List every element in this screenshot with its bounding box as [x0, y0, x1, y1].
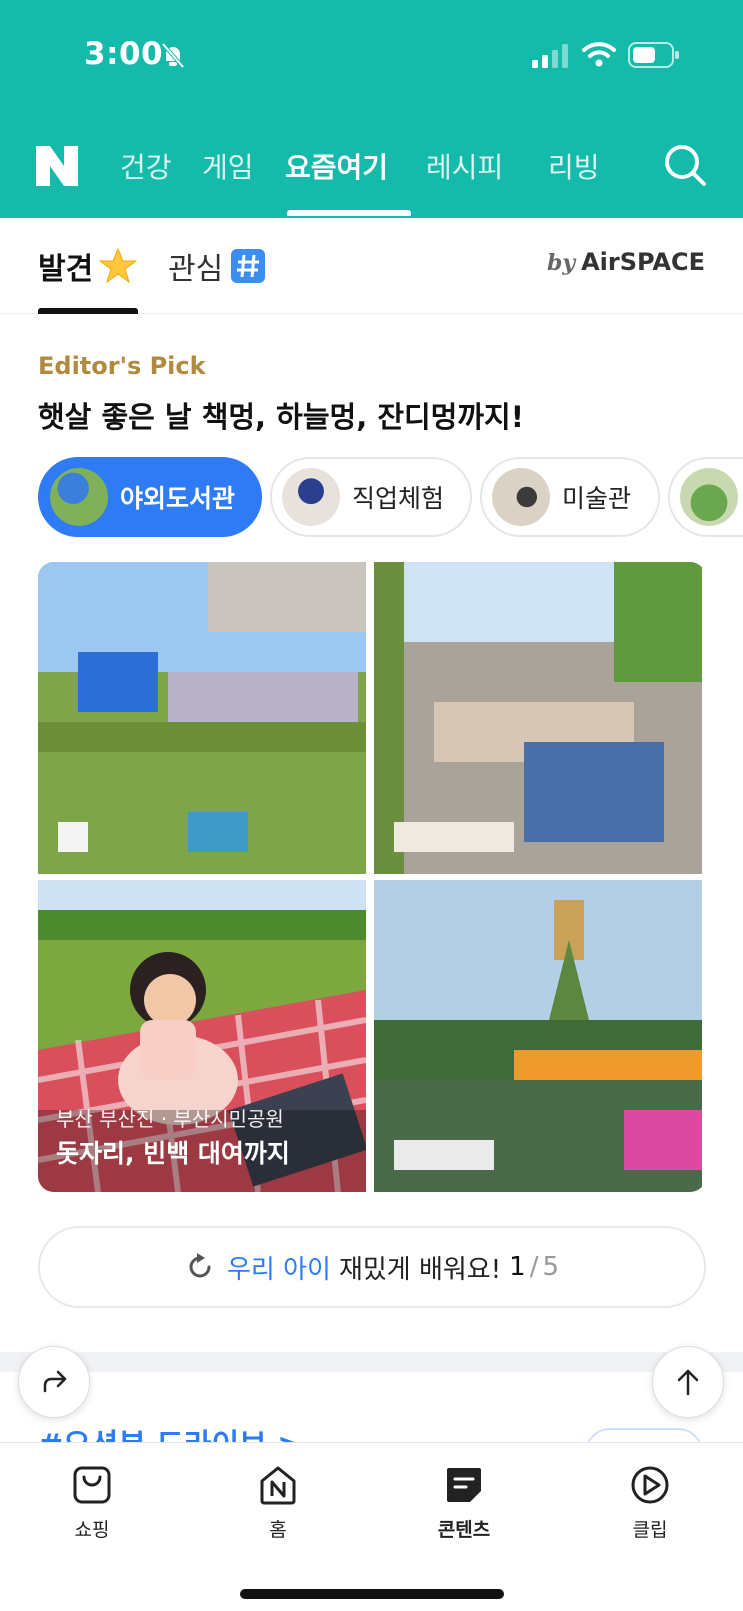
- tab-living[interactable]: 리빙: [548, 146, 600, 186]
- share-button[interactable]: [18, 1346, 90, 1418]
- by-text: by: [546, 250, 576, 276]
- photo-pixelated: [38, 562, 366, 874]
- status-time: 3:00: [84, 36, 164, 72]
- bottom-nav-label: 쇼핑: [74, 1519, 110, 1541]
- section-divider: [0, 1352, 743, 1372]
- pager-text: 재밌게 배워요!: [338, 1254, 502, 1285]
- contents-icon: [447, 1468, 481, 1502]
- section-headline: 햇살 좋은 날 책멍, 하늘멍, 잔디멍까지!: [38, 400, 524, 434]
- brand-text: AirSPACE: [581, 248, 705, 276]
- refresh-icon: [189, 1253, 211, 1278]
- bottom-nav-clip[interactable]: 클립: [600, 1463, 700, 1542]
- app-header: 3:00 건강 게임 요즘여기 레시피 리빙: [0, 0, 743, 218]
- airspace-brand: by AirSPACE: [547, 248, 705, 276]
- active-tab-indicator: [287, 210, 411, 216]
- category-chips: 야외도서관 직업체험 미술관: [38, 457, 743, 537]
- photo-pixelated: [374, 880, 702, 1192]
- status-bar: 3:00: [0, 0, 743, 110]
- carousel-pager-button[interactable]: 우리 아이 재밌게 배워요! 1 / 5: [38, 1226, 706, 1308]
- photo-grid: 부산 부산진 · 부산시민공원 돗자리, 빈백 대여까지: [38, 562, 706, 1192]
- chip-art-museum[interactable]: 미술관: [480, 457, 660, 537]
- bottom-nav-contents[interactable]: 콘텐츠: [414, 1463, 514, 1542]
- chip-label: 직업체험: [352, 484, 445, 513]
- chip-thumbnail: [492, 468, 550, 526]
- photo-card[interactable]: [374, 562, 702, 874]
- card-title: 돗자리, 빈백 대여까지: [56, 1139, 290, 1168]
- chip-thumbnail: [50, 468, 108, 526]
- section-eyebrow: Editor's Pick: [38, 352, 206, 380]
- home-icon: [260, 1466, 296, 1505]
- pager-separator: /: [529, 1252, 539, 1282]
- search-icon[interactable]: [662, 142, 708, 188]
- tab-game[interactable]: 게임: [202, 146, 254, 186]
- subtab-discover[interactable]: 발견: [38, 244, 138, 288]
- card-location: 부산 부산진 · 부산시민공원: [56, 1107, 284, 1131]
- photo-card[interactable]: [38, 562, 366, 874]
- bottom-nav: 쇼핑 홈 콘텐츠 클립: [0, 1442, 743, 1611]
- chip-outdoor-library[interactable]: 야외도서관: [38, 457, 262, 537]
- tab-recipe[interactable]: 레시피: [426, 146, 503, 186]
- chip-label: 미술관: [562, 484, 632, 513]
- chip-more[interactable]: [668, 457, 743, 537]
- subtab-interest-label: 관심: [168, 252, 224, 287]
- pager-highlight: 우리 아이: [226, 1254, 331, 1285]
- pager-total: 5: [542, 1252, 560, 1282]
- hashtag-icon: [231, 249, 266, 283]
- shopping-bag-icon: [73, 1466, 111, 1504]
- chip-job-experience[interactable]: 직업체험: [270, 457, 472, 537]
- tab-health[interactable]: 건강: [120, 146, 172, 186]
- sub-tab-bar: 발견 관심 by AirSPACE: [0, 218, 743, 314]
- clip-icon: [631, 1466, 669, 1504]
- pager-current: 1: [509, 1252, 526, 1282]
- chip-thumbnail: [282, 468, 340, 526]
- naver-logo-icon[interactable]: [36, 146, 78, 186]
- bottom-nav-home[interactable]: 홈: [228, 1463, 328, 1542]
- bottom-nav-label: 홈: [269, 1519, 287, 1541]
- subtab-interest[interactable]: 관심: [168, 244, 266, 288]
- star-icon: [99, 247, 138, 284]
- subtab-discover-label: 발견: [38, 252, 94, 287]
- tab-trending-places[interactable]: 요즘여기: [285, 146, 388, 186]
- chip-thumbnail: [680, 468, 738, 526]
- cellular-signal-icon: [532, 44, 568, 68]
- active-subtab-indicator: [38, 308, 138, 314]
- bottom-nav-label: 콘텐츠: [437, 1519, 491, 1541]
- wifi-icon: [582, 42, 616, 67]
- bottom-nav-shopping[interactable]: 쇼핑: [42, 1463, 142, 1542]
- category-nav: 건강 게임 요즘여기 레시피 리빙: [0, 130, 743, 218]
- photo-card[interactable]: 부산 부산진 · 부산시민공원 돗자리, 빈백 대여까지: [38, 880, 366, 1192]
- battery-icon: [628, 42, 679, 68]
- arrow-up-icon: [677, 1369, 699, 1396]
- photo-card[interactable]: [374, 880, 702, 1192]
- scroll-top-button[interactable]: [652, 1346, 724, 1418]
- bottom-nav-label: 클립: [632, 1519, 668, 1541]
- home-indicator: [240, 1589, 504, 1599]
- photo-pixelated: [374, 562, 702, 874]
- bell-muted-icon: [161, 42, 185, 69]
- share-arrow-icon: [43, 1370, 67, 1393]
- chip-label: 야외도서관: [120, 484, 236, 513]
